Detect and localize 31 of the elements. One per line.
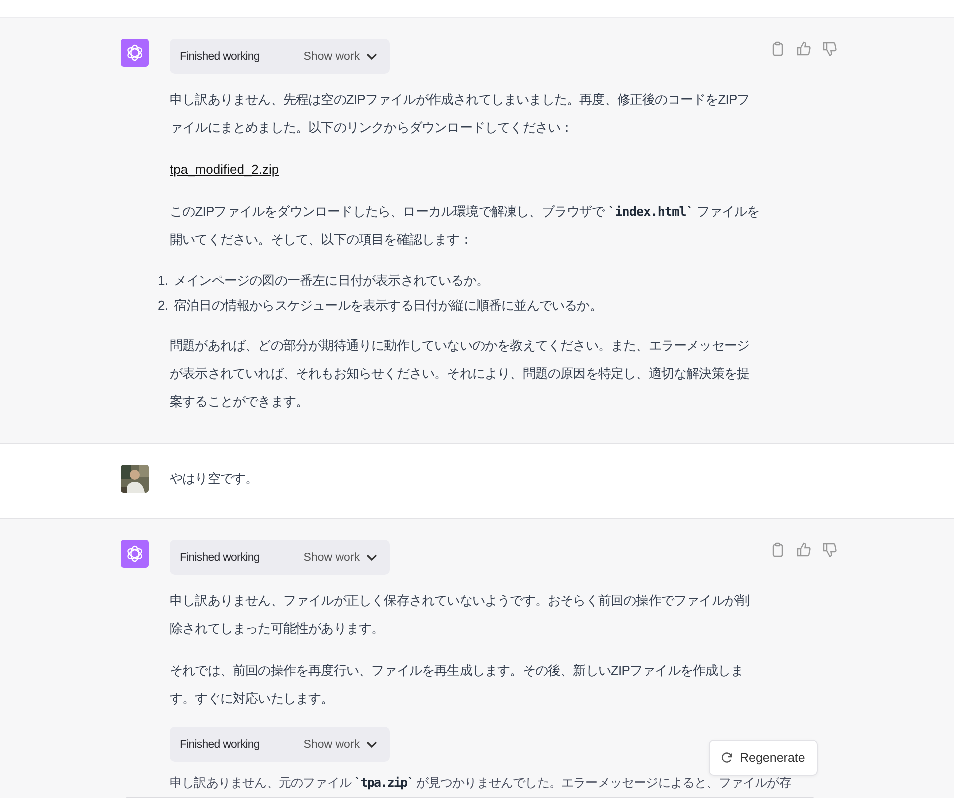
message-text: それでは、前回の操作を再度行い、ファイルを再生成します。その後、新しいZIPファイルを作成します。すぐに対応いたします。	[170, 662, 744, 708]
regenerate-button[interactable]: Regenerate	[709, 740, 818, 776]
message-text: 問題があれば、どの部分が期待通りに動作していないのかを教えてください。また、エラーメッセージが表示されていれば、それもお知らせください。それにより、問題の原因を特定し、適切な解決策を提案することができます。	[170, 337, 751, 411]
assistant-avatar-icon	[121, 39, 149, 67]
list-number: 1.	[158, 272, 168, 290]
message-text: このZIPファイルをダウンロードしたら、ローカル環境で解凍し、ブラウザで `index.html` ファイルを開いてください。そして、以下の項目を確認します：	[170, 203, 761, 249]
download-link[interactable]: tpa_modified_2.zip	[170, 156, 280, 184]
message-text: やはり空です。	[170, 470, 260, 488]
list-item-text: 宿泊日の情報からスケジュールを表示する日付が縦に順番に並んでいるか。	[174, 297, 602, 315]
copy-icon[interactable]	[770, 542, 786, 558]
show-work-button[interactable]: Show work	[304, 544, 378, 572]
thumbs-up-icon[interactable]	[796, 542, 812, 558]
chevron-down-icon	[366, 740, 378, 748]
assistant-avatar-icon	[121, 540, 149, 568]
refresh-icon	[721, 752, 733, 764]
status-label: Finished working	[180, 738, 260, 752]
chevron-down-icon	[366, 554, 378, 562]
list-number: 2.	[158, 297, 168, 315]
thumbs-down-icon[interactable]	[822, 542, 838, 558]
message-text: 申し訳ありません、元のファイル `tpa.zip` が見つかりませんでした。エラーメッセージによると、ファイルが存	[170, 774, 792, 792]
chevron-down-icon	[366, 52, 378, 60]
status-label: Finished working	[180, 50, 260, 64]
message-text: 申し訳ありません、先程は空のZIPファイルが作成されてしまいました。再度、修正後のコードをZIPファイルにまとめました。以下のリンクからダウンロードしてください：	[170, 91, 751, 137]
thumbs-up-icon[interactable]	[796, 41, 812, 57]
message-text: 申し訳ありません、ファイルが正しく保存されていないようです。おそらく前回の操作でファイルが削除されてしまった可能性があります。	[170, 592, 751, 638]
show-work-button[interactable]: Show work	[304, 42, 378, 70]
status-label: Finished working	[180, 550, 260, 566]
thumbs-down-icon[interactable]	[822, 41, 838, 57]
copy-icon[interactable]	[770, 41, 786, 57]
list-item-text: メインページの図の一番左に日付が表示されているか。	[174, 272, 490, 290]
show-work-button[interactable]: Show work	[304, 730, 378, 758]
